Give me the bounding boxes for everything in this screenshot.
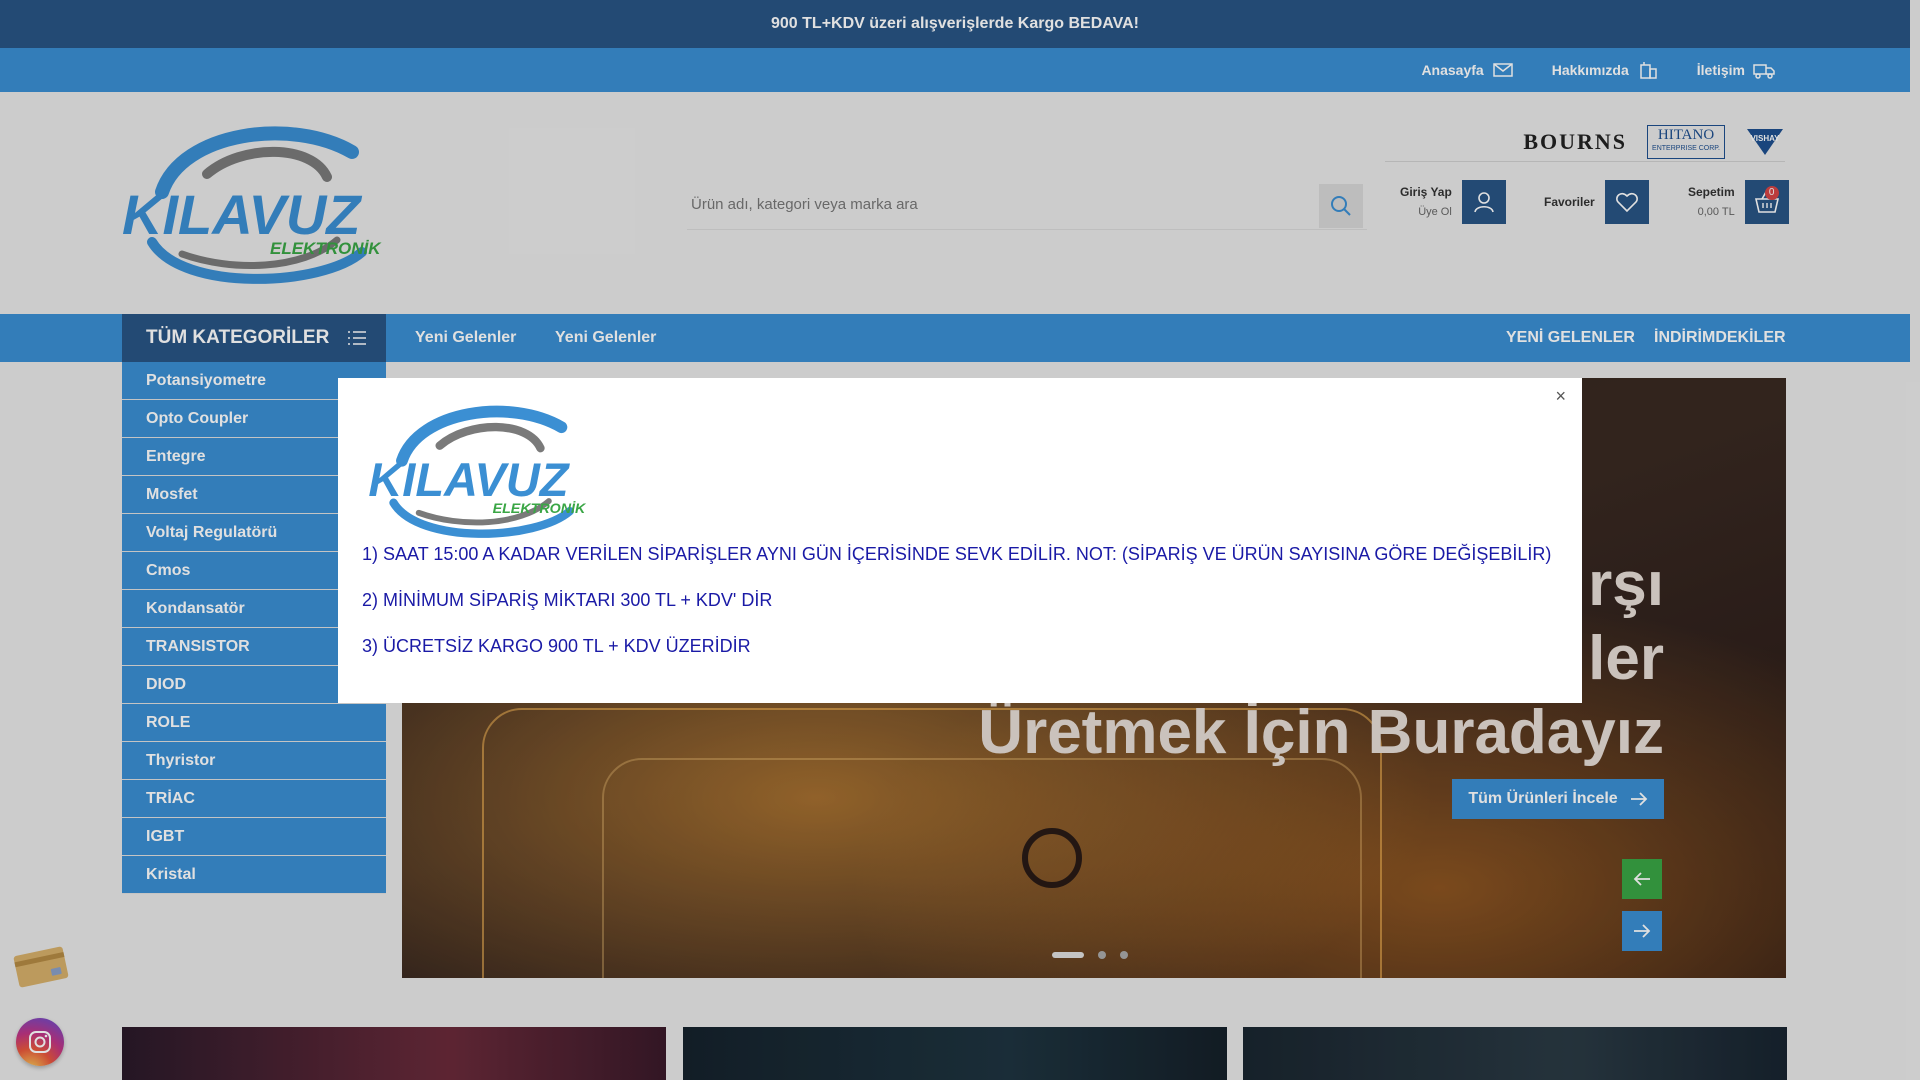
info-modal: × KILAVUZ ELEKTRONİK 1) SAAT 15:00 A KAD… — [338, 378, 1582, 703]
modal-info-line: 1) SAAT 15:00 A KADAR VERİLEN SİPARİŞLER… — [362, 544, 1552, 564]
svg-text:ELEKTRONİK: ELEKTRONİK — [493, 500, 587, 517]
modal-logo: KILAVUZ ELEKTRONİK — [368, 402, 592, 538]
modal-info-line: 2) MİNİMUM SİPARİŞ MİKTARI 300 TL + KDV'… — [362, 590, 773, 610]
svg-text:KILAVUZ: KILAVUZ — [368, 453, 570, 506]
close-icon[interactable]: × — [1555, 386, 1566, 407]
modal-info-line: 3) ÜCRETSİZ KARGO 900 TL + KDV ÜZERİDİR — [362, 636, 751, 656]
kilavuz-logo-icon: KILAVUZ ELEKTRONİK — [368, 405, 587, 538]
